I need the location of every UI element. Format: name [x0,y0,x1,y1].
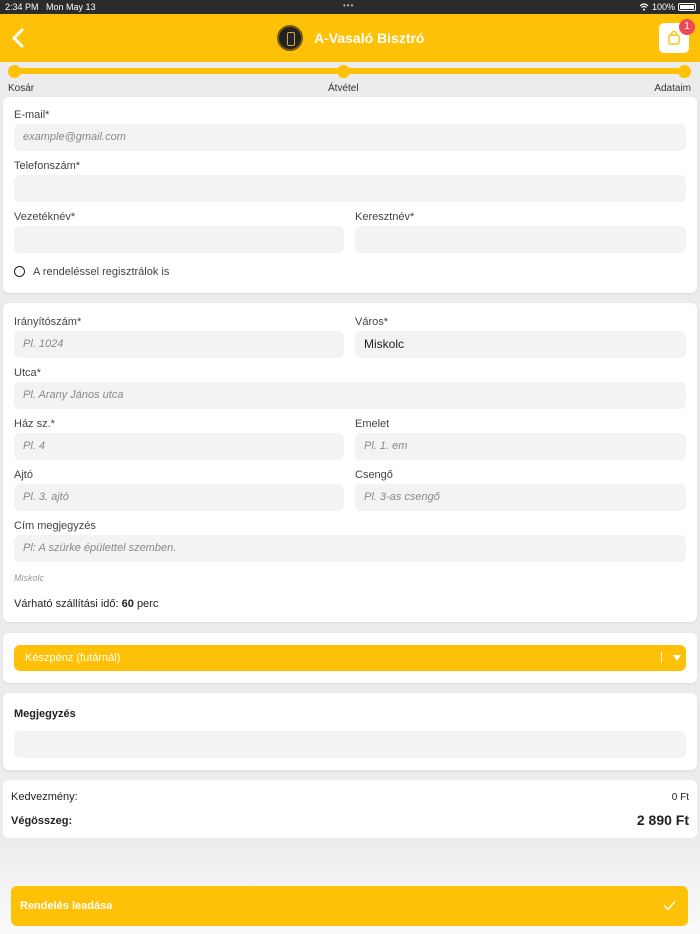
address-card: Irányítószám* Pl. 1024 Város* Miskolc Ut… [3,303,697,622]
email-input[interactable]: example@gmail.com [14,124,686,151]
floor-input[interactable]: Pl. 1. em [355,433,686,460]
delivery-time: Várható szállítási idő: 60 perc [14,598,159,610]
step-dot-cart [8,65,21,78]
shopping-bag-icon [668,31,680,45]
chevron-left-icon [12,28,24,48]
battery-icon [678,3,696,11]
firstname-label: Keresztnév* [355,211,415,223]
contact-card: E-mail* example@gmail.com Telefonszám* V… [3,97,697,293]
payment-method-select[interactable]: Készpénz (futárnál) | [14,645,686,671]
total-label: Végösszeg: [11,815,73,827]
door-label: Ajtó [14,469,33,481]
firstname-input[interactable] [355,226,686,253]
multitask-dots-icon: ••• [343,1,355,10]
wifi-icon [639,3,649,11]
street-input[interactable]: Pl. Arany János utca [14,382,686,409]
check-icon [663,901,676,911]
phone-input[interactable] [14,175,686,202]
lastname-label: Vezetéknév* [14,211,76,223]
bell-label: Csengő [355,469,393,481]
note-input[interactable] [14,731,686,758]
discount-value: 0 Ft [671,792,689,803]
phone-label: Telefonszám* [14,160,81,172]
payment-card: Készpénz (futárnál) | [3,633,697,683]
city-hint: Miskolc [14,573,45,583]
battery-percent: 100% [651,2,675,12]
register-radio[interactable] [14,266,25,277]
discount-label: Kedvezmény: [11,791,78,803]
caret-down-icon [673,655,681,661]
note-label: Megjegyzés [14,708,76,720]
email-label: E-mail* [14,109,50,121]
lastname-input[interactable] [14,226,344,253]
city-input[interactable]: Miskolc [355,331,686,358]
bell-input[interactable]: Pl. 3-as csengő [355,484,686,511]
floor-label: Emelet [355,418,390,430]
street-label: Utca* [14,367,41,379]
note-card: Megjegyzés [3,693,697,770]
select-separator: | [660,651,663,663]
status-bar: 2:34 PM Mon May 13 ••• 100% [0,0,700,14]
step-label-pickup[interactable]: Átvétel [328,83,359,94]
house-input[interactable]: Pl. 4 [14,433,344,460]
checkout-progress: Kosár Átvétel Adataim [0,62,700,97]
step-label-details[interactable]: Adataim [654,83,691,94]
step-dot-details [678,65,691,78]
house-label: Ház sz.* [14,418,55,430]
place-order-label: Rendelés leadása [20,900,113,912]
door-input[interactable]: Pl. 3. ajtó [14,484,344,511]
order-summary: Kedvezmény: 0 Ft Végösszeg: 2 890 Ft [3,780,697,838]
step-label-cart[interactable]: Kosár [8,83,34,94]
address-note-label: Cím megjegyzés [14,520,96,532]
status-right: 100% [639,2,696,12]
zip-label: Irányítószám* [14,316,82,328]
zip-input[interactable]: Pl. 1024 [14,331,344,358]
register-label: A rendeléssel regisztrálok is [33,266,170,278]
nav-bar: A-Vasaló Bisztró 1 [0,14,700,62]
page-title: A-Vasaló Bisztró [314,30,425,46]
status-time: 2:34 PM Mon May 13 [5,2,96,12]
back-button[interactable] [8,24,32,52]
payment-method-value: Készpénz (futárnál) [25,652,121,664]
cart-count-badge: 1 [679,19,695,35]
step-dot-pickup [337,65,350,78]
total-value: 2 890 Ft [636,812,689,828]
address-note-input[interactable]: Pl: A szürke épülettel szemben. [14,535,686,562]
city-label: Város* [355,316,389,328]
restaurant-logo [277,25,303,51]
place-order-button[interactable]: Rendelés leadása [11,886,688,926]
